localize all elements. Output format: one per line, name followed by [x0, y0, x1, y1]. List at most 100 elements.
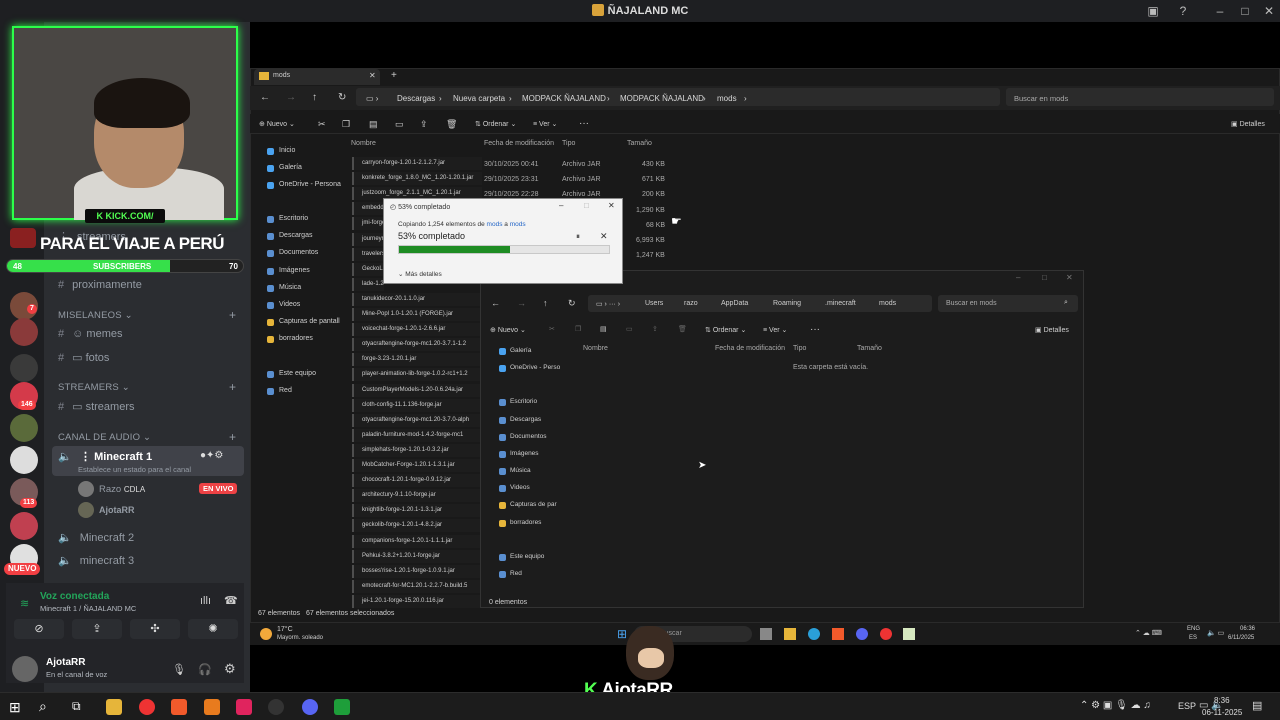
column-header-name[interactable]: Nombre [583, 345, 608, 352]
nav-item[interactable]: Documentos [279, 249, 318, 256]
share-icon[interactable]: ⇪ [420, 119, 428, 130]
nav-item[interactable]: Música [279, 284, 301, 291]
category-audio[interactable]: CANAL DE AUDIO ⌄ [58, 432, 151, 443]
breadcrumb-item[interactable]: MODPACK ÑAJALAND [522, 94, 606, 103]
nav-item[interactable]: Este equipo [510, 553, 544, 560]
file-row[interactable]: carryon-forge-1.20.1-2.1.2.7.jar [352, 157, 482, 170]
breadcrumb-item[interactable]: Users [645, 300, 663, 307]
file-row[interactable]: voicechat-forge-1.20.1-2.6.6.jar [352, 323, 482, 337]
taskview-icon[interactable] [760, 628, 772, 640]
forward-icon[interactable]: → [286, 92, 296, 103]
nav-item[interactable]: Escritorio [510, 398, 537, 405]
view-button[interactable]: ≡ Ver ⌄ [533, 120, 557, 128]
avatar[interactable] [78, 502, 94, 518]
help-icon[interactable]: ? [1175, 3, 1191, 19]
screen-share-button[interactable]: ⇪ [72, 619, 122, 639]
file-row[interactable]: paladin-furniture-mod-1.4.2-forge-mc1 [352, 428, 482, 442]
file-row[interactable]: simplehats-forge-1.20.1-0.3.2.jar [352, 443, 482, 457]
view-button[interactable]: ≡ Ver ⌄ [763, 326, 787, 334]
chrome-icon[interactable] [880, 628, 892, 640]
language[interactable]: ENG [1187, 626, 1200, 632]
cut-icon[interactable]: ✂ [549, 325, 555, 333]
new-tab-icon[interactable]: + [391, 70, 397, 81]
maximize-button[interactable]: □ [1042, 273, 1047, 282]
minimize-button[interactable]: – [559, 201, 563, 210]
nav-item[interactable]: Inicio [279, 147, 295, 154]
file-row[interactable]: embeddium [352, 202, 384, 216]
delete-icon[interactable]: 🗑 [446, 119, 457, 130]
file-explorer-icon[interactable] [106, 699, 122, 715]
new-button[interactable]: ⊕ Nuevo ⌄ [490, 326, 526, 334]
nav-item[interactable]: Videos [279, 301, 300, 308]
tray-icons[interactable]: ⌃ ⚙ ▣ 🎙 ☁ ♫ [1080, 700, 1151, 711]
file-row[interactable]: forge-3.23-1.20.1.jar [352, 353, 482, 367]
nav-item[interactable]: Escritorio [279, 215, 308, 222]
brave-icon[interactable] [832, 628, 844, 640]
add-channel-icon[interactable]: + [229, 308, 236, 322]
nav-item[interactable]: Este equipo [279, 370, 316, 377]
copy-icon[interactable]: ❐ [575, 325, 581, 333]
start-icon[interactable]: ⊞ [617, 627, 627, 641]
breadcrumb-item[interactable]: mods [717, 94, 737, 103]
details-button[interactable]: ▣ Detalles [1035, 326, 1069, 334]
up-icon[interactable]: ↑ [312, 92, 317, 103]
category-miselaneos[interactable]: MISELANEOS ⌄ [58, 310, 133, 321]
voice-channel-minecraft-2[interactable]: 🔈 Minecraft 2 [58, 531, 134, 544]
more-details-button[interactable]: ⌄ Más detalles [398, 270, 442, 278]
delete-icon[interactable]: 🗑 [678, 325, 687, 333]
server-icon[interactable] [10, 354, 38, 382]
destination-link[interactable]: mods [510, 221, 526, 228]
nav-item[interactable]: Documentos [510, 433, 547, 440]
nav-item[interactable]: Red [510, 570, 522, 577]
nav-item[interactable]: Descargas [279, 232, 312, 239]
forward-icon[interactable]: → [517, 298, 526, 308]
maximize-button[interactable]: □ [584, 201, 589, 210]
settings-icon[interactable]: ⚙ [224, 661, 236, 677]
channel-memes[interactable]: # ☺ memes [58, 328, 122, 340]
column-header-size[interactable]: Tamaño [857, 345, 882, 352]
back-icon[interactable]: ← [260, 92, 270, 103]
cut-icon[interactable]: ✂ [318, 119, 326, 130]
voice-channel-status[interactable]: Establece un estado para el canal [78, 465, 191, 474]
column-header-size[interactable]: Tamaño [627, 140, 652, 147]
add-channel-icon[interactable]: + [229, 380, 236, 394]
file-row[interactable]: architectury-9.1.10-forge.jar [352, 489, 482, 503]
taskview-icon[interactable]: ⧉ [72, 699, 81, 714]
channel-fotos[interactable]: # ▭ fotos [58, 351, 109, 364]
rename-icon[interactable]: ▭ [626, 325, 633, 333]
voice-user-razo[interactable]: Razo CDLA [99, 484, 145, 495]
file-row[interactable]: bosses'rise-1.20.1-forge-1.0.9.1.jar [352, 564, 482, 578]
breadcrumb-item[interactable]: .minecraft [825, 300, 856, 307]
nav-item[interactable]: Videos [510, 484, 530, 491]
chrome-icon[interactable] [139, 699, 155, 715]
avatar[interactable] [78, 481, 94, 497]
brave-icon[interactable] [171, 699, 187, 715]
close-button[interactable]: ✕ [1261, 3, 1277, 19]
file-row[interactable]: geckolib-forge-1.20.1-4.8.2.jar [352, 519, 482, 533]
voice-user-name[interactable]: AjotaRR [99, 505, 135, 515]
column-header-type[interactable]: Tipo [793, 345, 806, 352]
avatar[interactable] [12, 656, 38, 682]
file-row[interactable]: cloth-config-11.1.136-forge.jar [352, 398, 482, 412]
column-header-date[interactable]: Fecha de modificación [484, 140, 554, 147]
breadcrumb-item[interactable]: razo [684, 300, 698, 307]
file-row[interactable]: CustomPlayerModels-1.20-0.6.24a.jar [352, 383, 482, 397]
app-icon[interactable] [903, 628, 915, 640]
nav-item[interactable]: Imágenes [510, 450, 539, 457]
clock-date[interactable]: 06-11-2025 [1202, 708, 1242, 717]
file-row[interactable]: emotecraft-for-MC1.20.1-2.2.7-b.build.5 [352, 579, 482, 593]
camera-off-button[interactable]: ⊘ [14, 619, 64, 639]
nav-item[interactable]: Música [510, 467, 531, 474]
file-row[interactable]: companions-forge-1.20.1-1.1.1.jar [352, 534, 482, 548]
breadcrumb-item[interactable]: AppData [721, 300, 748, 307]
breadcrumb-item[interactable]: Roaming [773, 300, 801, 307]
minimize-button[interactable]: – [1212, 3, 1228, 19]
volume-icon[interactable]: 🔈 ▭ [1207, 629, 1224, 637]
clock-date[interactable]: 6/11/2025 [1228, 635, 1254, 641]
back-icon[interactable]: ← [491, 298, 500, 308]
disconnect-icon[interactable]: ☎ [224, 594, 238, 607]
noise-icon[interactable]: ıllı [200, 595, 211, 607]
nav-item[interactable]: borradores [279, 335, 313, 342]
file-row[interactable]: otyacraftengine-forge-mc1.20-3.7.0-alph [352, 413, 482, 427]
column-header-type[interactable]: Tipo [562, 140, 575, 147]
